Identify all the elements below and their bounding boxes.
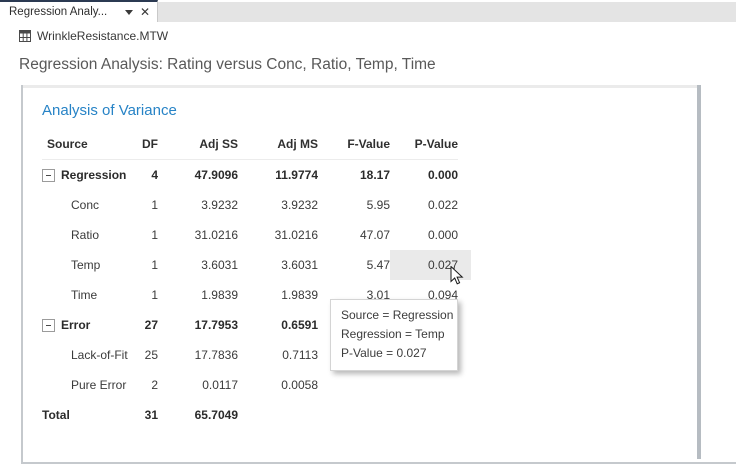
app-window: Regression Analy... ✕ WrinkleResistance.…: [0, 0, 736, 474]
column-header-df: DF: [130, 134, 158, 160]
column-header-adjss: Adj SS: [158, 134, 238, 160]
source-cell[interactable]: Regression: [42, 160, 130, 190]
adjms-cell[interactable]: 0.6591: [238, 310, 318, 340]
fvalue-cell[interactable]: [318, 370, 390, 400]
df-cell[interactable]: 31: [130, 400, 158, 430]
output-tab[interactable]: Regression Analy... ✕: [0, 0, 158, 22]
df-cell[interactable]: 1: [130, 250, 158, 280]
df-cell[interactable]: 27: [130, 310, 158, 340]
output-panel: Analysis of Variance Source DF Adj SS Ad…: [21, 85, 736, 464]
adjss-cell[interactable]: 0.0117: [158, 370, 238, 400]
fvalue-cell[interactable]: [318, 400, 390, 430]
source-cell[interactable]: Temp: [42, 250, 130, 280]
adjms-cell[interactable]: 0.0058: [238, 370, 318, 400]
adjss-cell[interactable]: 3.9232: [158, 190, 238, 220]
pvalue-cell[interactable]: 0.000: [390, 160, 458, 190]
hover-tooltip: Source = Regression Regression = Temp P-…: [330, 299, 458, 371]
fvalue-cell[interactable]: 47.07: [318, 220, 390, 250]
tooltip-line: Regression = Temp: [341, 325, 447, 344]
panel-top-divider: [23, 85, 697, 88]
adjss-cell[interactable]: 65.7049: [158, 400, 238, 430]
fvalue-cell[interactable]: 5.95: [318, 190, 390, 220]
fvalue-cell[interactable]: 5.47: [318, 250, 390, 280]
column-header-adjms: Adj MS: [238, 134, 318, 160]
page-title: Regression Analysis: Rating versus Conc,…: [19, 56, 436, 74]
pvalue-cell[interactable]: 0.022: [390, 190, 458, 220]
mouse-cursor-icon: [450, 266, 466, 285]
output-tab-label: Regression Analy...: [9, 6, 118, 18]
source-cell[interactable]: Lack-of-Fit: [42, 340, 130, 370]
pvalue-cell[interactable]: 0.000: [390, 220, 458, 250]
tooltip-line: P-Value = 0.027: [341, 344, 447, 363]
adjss-cell[interactable]: 17.7836: [158, 340, 238, 370]
source-cell[interactable]: Pure Error: [42, 370, 130, 400]
adjss-cell[interactable]: 47.9096: [158, 160, 238, 190]
adjss-cell[interactable]: 1.9839: [158, 280, 238, 310]
adjms-cell[interactable]: [238, 400, 318, 430]
source-cell[interactable]: Time: [42, 280, 130, 310]
source-cell[interactable]: Conc: [42, 190, 130, 220]
df-cell[interactable]: 1: [130, 190, 158, 220]
close-icon[interactable]: ✕: [140, 6, 150, 18]
tooltip-line: Source = Regression: [341, 306, 447, 325]
column-header-fvalue: F-Value: [318, 134, 390, 160]
vertical-scrollbar[interactable]: [697, 85, 701, 459]
adjms-cell[interactable]: 11.9774: [238, 160, 318, 190]
collapse-icon[interactable]: [42, 319, 55, 332]
chevron-down-icon[interactable]: [125, 10, 133, 15]
adjss-cell[interactable]: 3.6031: [158, 250, 238, 280]
adjss-cell[interactable]: 31.0216: [158, 220, 238, 250]
adjms-cell[interactable]: 1.9839: [238, 280, 318, 310]
df-cell[interactable]: 4: [130, 160, 158, 190]
adjms-cell[interactable]: 0.7113: [238, 340, 318, 370]
pvalue-cell[interactable]: [390, 370, 458, 400]
df-cell[interactable]: 2: [130, 370, 158, 400]
adjms-cell[interactable]: 3.9232: [238, 190, 318, 220]
section-title: Analysis of Variance: [42, 102, 177, 119]
pvalue-cell-hovered[interactable]: 0.027: [390, 250, 458, 280]
source-cell[interactable]: Ratio: [42, 220, 130, 250]
adjms-cell[interactable]: 3.6031: [238, 250, 318, 280]
df-cell[interactable]: 1: [130, 280, 158, 310]
source-cell[interactable]: Error: [42, 310, 130, 340]
adjss-cell[interactable]: 17.7953: [158, 310, 238, 340]
adjms-cell[interactable]: 31.0216: [238, 220, 318, 250]
worksheet-link[interactable]: WrinkleResistance.MTW: [19, 29, 168, 43]
column-header-source: Source: [42, 134, 130, 160]
anova-table: Source DF Adj SS Adj MS F-Value P-Value …: [42, 134, 458, 430]
column-header-pvalue: P-Value: [390, 134, 458, 160]
worksheet-name: WrinkleResistance.MTW: [37, 29, 168, 43]
fvalue-cell[interactable]: 18.17: [318, 160, 390, 190]
worksheet-grid-icon: [19, 30, 31, 42]
df-cell[interactable]: 1: [130, 220, 158, 250]
collapse-icon[interactable]: [42, 169, 55, 182]
pvalue-cell[interactable]: [390, 400, 458, 430]
df-cell[interactable]: 25: [130, 340, 158, 370]
source-cell[interactable]: Total: [42, 400, 130, 430]
